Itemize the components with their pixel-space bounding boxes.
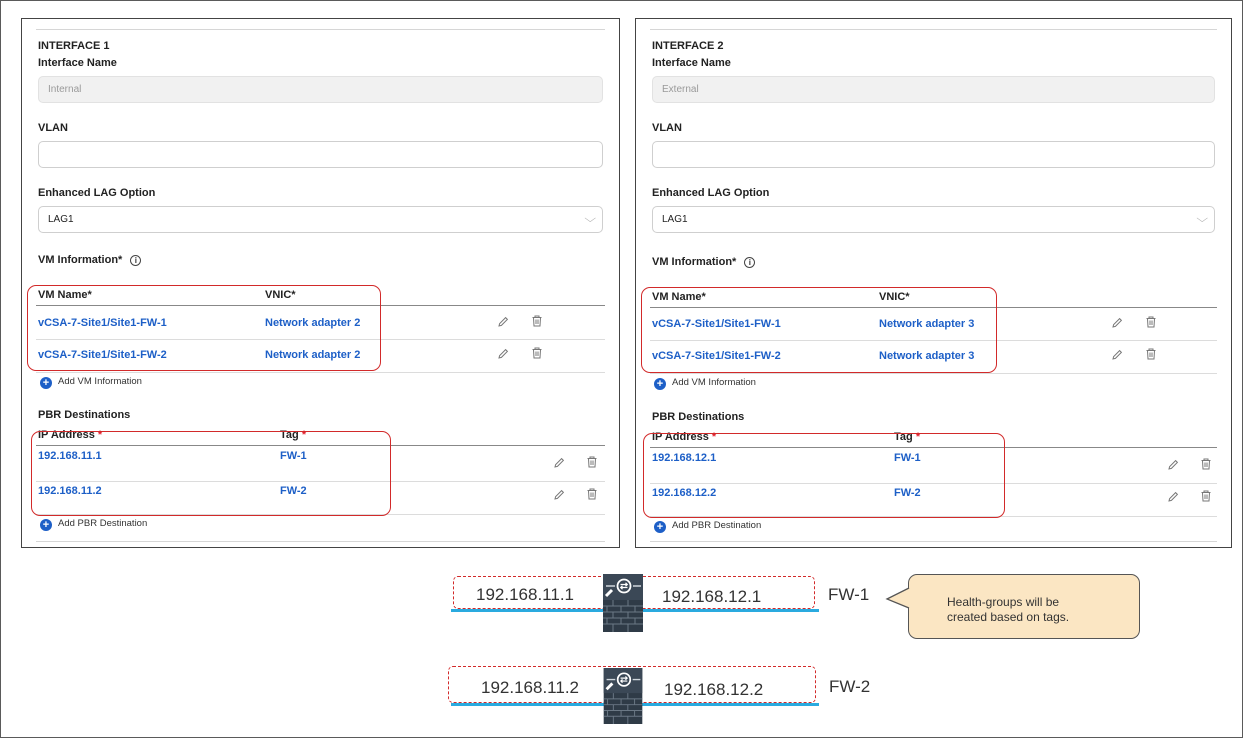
- interface-2-panel: INTERFACE 2 Interface Name External VLAN…: [635, 18, 1232, 548]
- pbr-highlight-box: [31, 431, 391, 516]
- vm-information-heading: VM Information* i: [652, 256, 756, 268]
- info-icon[interactable]: i: [130, 255, 142, 266]
- trash-icon[interactable]: [530, 346, 544, 360]
- pencil-icon[interactable]: [496, 347, 510, 361]
- add-vm-information-button[interactable]: + Add VM Information: [40, 376, 142, 389]
- divider: [650, 29, 1217, 30]
- row-divider: [650, 373, 1217, 374]
- interface-title: INTERFACE 1: [38, 40, 110, 52]
- vlan-label: VLAN: [652, 122, 682, 134]
- lag-option-select[interactable]: LAG1 ⌵: [652, 206, 1215, 233]
- pencil-icon[interactable]: [552, 488, 566, 502]
- interface-name-value: Internal: [48, 84, 82, 95]
- vm-highlight-box: [641, 287, 997, 373]
- add-pbr-destination-button[interactable]: + Add PBR Destination: [654, 520, 761, 533]
- add-vm-information-label: Add VM Information: [672, 377, 756, 388]
- interface-title: INTERFACE 2: [652, 40, 724, 52]
- firewall-icon: [603, 668, 643, 724]
- chevron-down-icon: ⌵: [583, 213, 596, 225]
- trash-icon[interactable]: [530, 314, 544, 328]
- add-vm-information-label: Add VM Information: [58, 376, 142, 387]
- pencil-icon[interactable]: [1166, 490, 1180, 504]
- callout-line-2: created based on tags.: [947, 610, 1070, 624]
- vm-information-label: VM Information*: [38, 254, 123, 266]
- interface-1-panel: INTERFACE 1 Interface Name Internal VLAN…: [21, 18, 620, 548]
- pbr-destinations-label: PBR Destinations: [652, 411, 745, 423]
- fw-1-label: FW-1: [828, 585, 870, 604]
- fw-2-label: FW-2: [829, 677, 871, 696]
- add-pbr-destination-label: Add PBR Destination: [58, 518, 148, 529]
- trash-icon[interactable]: [1144, 315, 1158, 329]
- interface-name-field: External: [652, 76, 1215, 103]
- lag-option-value: LAG1: [48, 214, 74, 225]
- divider: [36, 29, 605, 30]
- lag-option-value: LAG1: [662, 214, 688, 225]
- vlan-input[interactable]: [38, 141, 603, 168]
- pbr-destinations-label: PBR Destinations: [38, 409, 131, 421]
- trash-icon[interactable]: [1199, 457, 1213, 471]
- row-divider: [36, 372, 605, 373]
- callout-line-1: Health-groups will be: [947, 595, 1060, 609]
- pencil-icon[interactable]: [1110, 348, 1124, 362]
- lag-option-label: Enhanced LAG Option: [38, 187, 156, 199]
- trash-icon[interactable]: [1199, 489, 1213, 503]
- vm-highlight-box: [27, 285, 381, 371]
- fw-1-left-ip: 192.168.11.1: [476, 585, 574, 604]
- plus-circle-icon: +: [40, 377, 52, 389]
- pencil-icon[interactable]: [552, 456, 566, 470]
- lag-option-label: Enhanced LAG Option: [652, 187, 770, 199]
- fw-1-right-ip: 192.168.12.1: [662, 587, 762, 606]
- interface-name-field: Internal: [38, 76, 603, 103]
- plus-circle-icon: +: [654, 378, 666, 390]
- interface-name-label: Interface Name: [38, 57, 117, 69]
- plus-circle-icon: +: [654, 521, 666, 533]
- pencil-icon[interactable]: [1166, 458, 1180, 472]
- divider: [650, 541, 1217, 542]
- interface-name-value: External: [662, 84, 699, 95]
- callout-box: Health-groups will be created based on t…: [908, 574, 1140, 639]
- firewall-icon: [603, 574, 643, 632]
- trash-icon[interactable]: [585, 487, 599, 501]
- pencil-icon[interactable]: [496, 315, 510, 329]
- add-vm-information-button[interactable]: + Add VM Information: [654, 377, 756, 390]
- lag-option-select[interactable]: LAG1 ⌵: [38, 206, 603, 233]
- add-pbr-destination-label: Add PBR Destination: [672, 520, 762, 531]
- callout-text: Health-groups will be created based on t…: [947, 595, 1069, 625]
- divider: [36, 541, 605, 542]
- vm-information-heading: VM Information* i: [38, 254, 142, 266]
- vlan-input[interactable]: [652, 141, 1215, 168]
- info-icon[interactable]: i: [744, 257, 756, 268]
- callout-pointer: [885, 587, 912, 609]
- plus-circle-icon: +: [40, 519, 52, 531]
- pencil-icon[interactable]: [1110, 316, 1124, 330]
- pbr-highlight-box: [643, 433, 1005, 518]
- interface-name-label: Interface Name: [652, 57, 731, 69]
- chevron-down-icon: ⌵: [1195, 213, 1208, 225]
- trash-icon[interactable]: [585, 455, 599, 469]
- fw-2-right-ip: 192.168.12.2: [664, 680, 764, 699]
- add-pbr-destination-button[interactable]: + Add PBR Destination: [40, 518, 147, 531]
- trash-icon[interactable]: [1144, 347, 1158, 361]
- vm-information-label: VM Information*: [652, 256, 737, 268]
- vlan-label: VLAN: [38, 122, 68, 134]
- fw-2-left-ip: 192.168.11.2: [481, 678, 579, 697]
